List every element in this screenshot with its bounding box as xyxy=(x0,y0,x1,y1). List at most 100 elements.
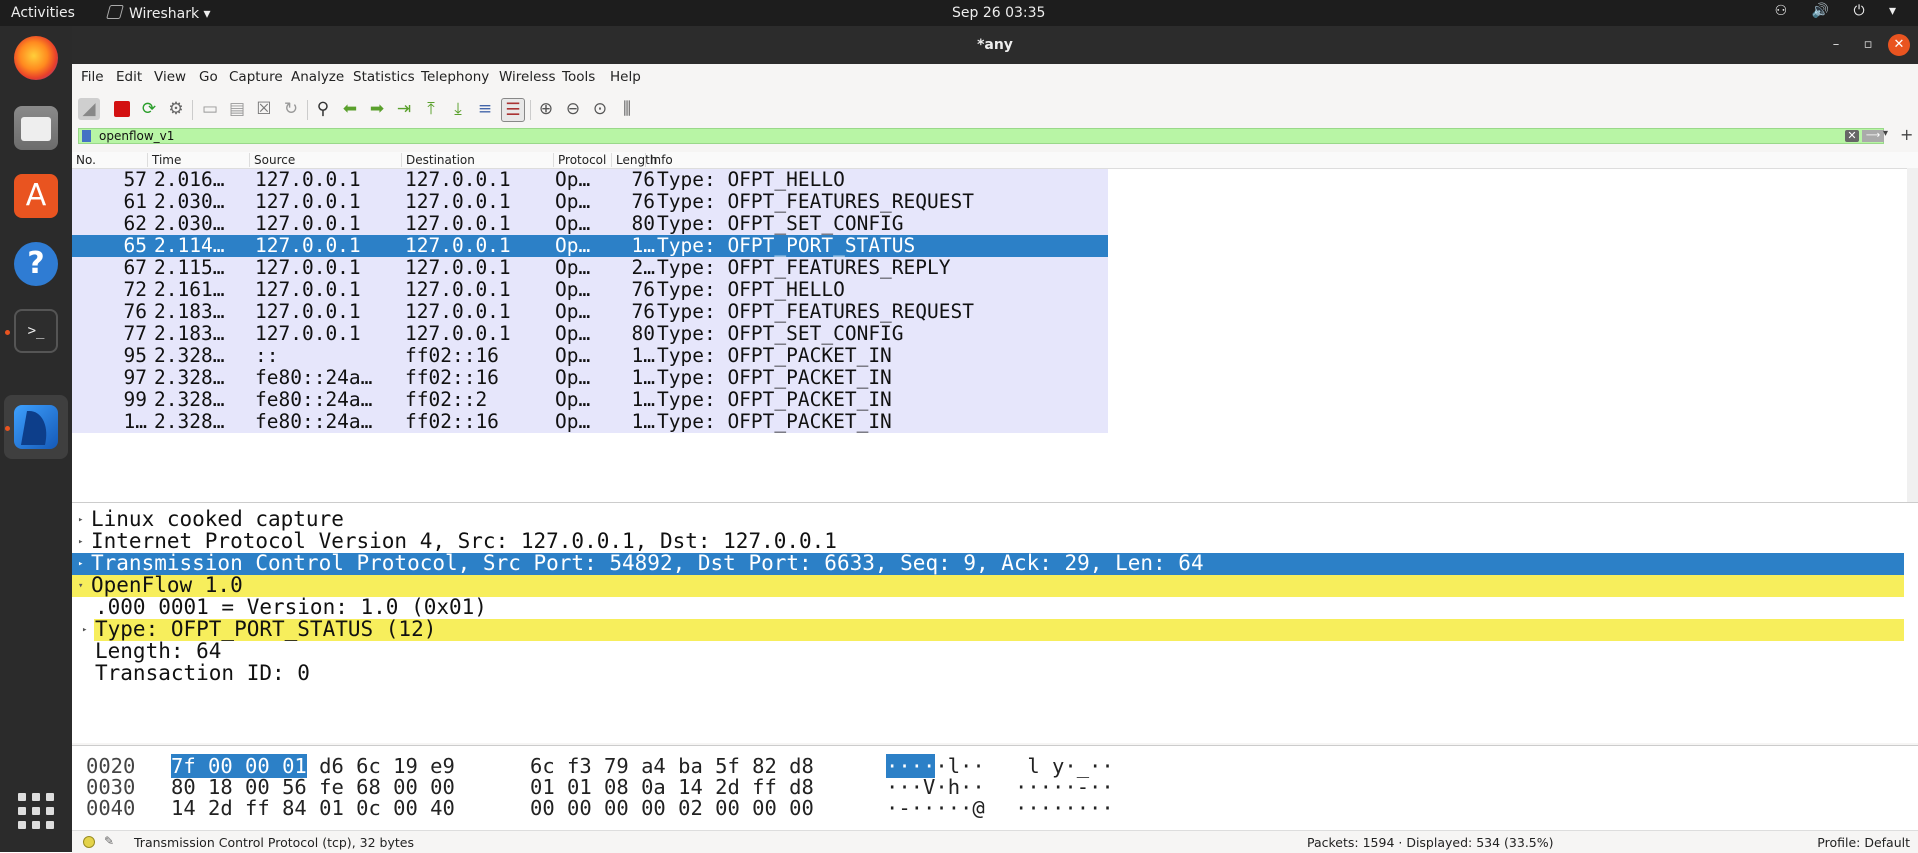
packet-row[interactable]: 77 2.183… 127.0.0.1 127.0.0.1 Op… 80 Type: OFP… xyxy=(72,322,1108,345)
show-apps-icon[interactable] xyxy=(18,793,54,829)
bytes-row[interactable]: 0040 14 2d ff 84 01 0c 00 40 00 00 00 00 0… xyxy=(72,794,1904,820)
details-tree-item[interactable]: .000 0001 = Version: 1.0 (0x01) xyxy=(72,595,1904,619)
expand-arrow-icon[interactable]: ▸ xyxy=(82,625,87,635)
packet-row[interactable]: 62 2.030… 127.0.0.1 127.0.0.1 Op… 80 Type: OFP… xyxy=(72,212,1108,235)
packet-cell-info: Type: OFPT_HELLO xyxy=(657,278,845,301)
activities-button[interactable]: Activities xyxy=(11,5,75,21)
packet-cell-time: 2.328… xyxy=(154,366,225,389)
last-packet-icon[interactable]: ⤓ xyxy=(447,98,469,120)
packet-row[interactable]: 1… 2.328… fe80::24a… ff02::16 Op… 1… Type: OFP… xyxy=(72,410,1108,433)
clock[interactable]: Sep 26 03:35 xyxy=(952,5,1045,21)
menu-analyze[interactable]: Analyze xyxy=(291,69,344,85)
close-button[interactable]: ✕ xyxy=(1888,34,1910,56)
packet-row[interactable]: 76 2.183… 127.0.0.1 127.0.0.1 Op… 76 Type: OFP… xyxy=(72,300,1108,323)
menu-capture[interactable]: Capture xyxy=(229,69,283,85)
wireshark-dock-icon[interactable] xyxy=(14,405,58,449)
packet-row[interactable]: 95 2.328…:: ff02::16 Op… 1… Type: OFPT_PACKET… xyxy=(72,344,1108,367)
column-header-source[interactable]: Source xyxy=(250,153,402,167)
packet-row[interactable]: 72 2.161… 127.0.0.1 127.0.0.1 Op… 76 Type: OFP… xyxy=(72,278,1108,301)
packet-row[interactable]: 57 2.016… 127.0.0.1 127.0.0.1 Op… 76 Type: OFP… xyxy=(72,168,1108,191)
zoom-in-icon[interactable]: ⊕ xyxy=(535,98,557,120)
app-center-icon[interactable]: A xyxy=(14,174,58,218)
save-file-icon[interactable]: ▤ xyxy=(226,98,248,120)
column-header-destination[interactable]: Destination xyxy=(402,153,554,167)
firefox-icon[interactable] xyxy=(14,36,58,80)
maximize-button[interactable]: ▫ xyxy=(1858,35,1878,55)
menu-go[interactable]: Go xyxy=(199,69,218,85)
packet-row[interactable]: 65 2.114… 127.0.0.1 127.0.0.1 Op… 1… Type: OFP… xyxy=(72,234,1108,257)
column-header-protocol[interactable]: Protocol xyxy=(554,153,612,167)
zoom-out-icon[interactable]: ⊖ xyxy=(562,98,584,120)
go-back-icon[interactable]: ⬅ xyxy=(339,98,361,120)
stop-capture-icon[interactable] xyxy=(111,98,133,120)
menu-tools[interactable]: Tools xyxy=(562,69,595,85)
packet-cell-len: 76 xyxy=(631,300,655,323)
details-item-label: Length: 64 xyxy=(95,639,222,663)
packet-cell-dst: 127.0.0.1 xyxy=(405,168,511,191)
details-tree-item[interactable]: Length: 64 xyxy=(72,639,1904,663)
go-to-packet-icon[interactable]: ⇥ xyxy=(393,98,415,120)
find-packet-icon[interactable]: ⚲ xyxy=(312,98,334,120)
column-header-length[interactable]: Length xyxy=(612,153,657,167)
menu-help[interactable]: Help xyxy=(610,69,641,85)
menu-view[interactable]: View xyxy=(154,69,186,85)
auto-scroll-icon[interactable]: ≡ xyxy=(474,98,496,120)
system-tray[interactable]: ⚇ 🔊 ⏻ ▾ xyxy=(1775,3,1906,19)
add-filter-button[interactable]: + xyxy=(1900,125,1913,144)
menu-statistics[interactable]: Statistics xyxy=(353,69,415,85)
capture-comment-icon[interactable]: ✎ xyxy=(104,834,114,848)
open-file-icon[interactable]: ▭ xyxy=(199,98,221,120)
colorize-icon[interactable]: ☰ xyxy=(501,98,525,122)
status-profile[interactable]: Profile: Default xyxy=(1817,835,1910,850)
details-tree-item[interactable]: ▾ OpenFlow 1.0 xyxy=(72,573,1904,597)
packet-row[interactable]: 67 2.115… 127.0.0.1 127.0.0.1 Op… 2… Type: OFP… xyxy=(72,256,1108,279)
column-header-no[interactable]: No. xyxy=(72,153,148,167)
expert-info-icon[interactable] xyxy=(83,836,95,848)
packet-cell-dst: 127.0.0.1 xyxy=(405,300,511,323)
menu-file[interactable]: File xyxy=(81,69,104,85)
display-filter-input[interactable]: openflow_v1 ✕ ⟶ xyxy=(78,128,1884,144)
expand-arrow-icon[interactable]: ▸ xyxy=(78,537,83,547)
terminal-icon[interactable]: >_ xyxy=(14,309,58,353)
collapse-arrow-icon[interactable]: ▾ xyxy=(78,581,83,591)
files-icon[interactable] xyxy=(14,106,58,150)
first-packet-icon[interactable]: ⤒ xyxy=(420,98,442,120)
packet-cell-no: 1… xyxy=(123,410,147,433)
reload-file-icon[interactable]: ↻ xyxy=(280,98,302,120)
packet-cell-time: 2.030… xyxy=(154,190,225,213)
packet-cell-src: 127.0.0.1 xyxy=(255,190,361,213)
details-tree-item[interactable]: ▸ Transmission Control Protocol, Src Port… xyxy=(72,551,1904,575)
capture-options-icon[interactable]: ⚙ xyxy=(165,98,187,120)
close-file-icon[interactable]: ☒ xyxy=(253,98,275,120)
packet-row[interactable]: 61 2.030… 127.0.0.1 127.0.0.1 Op… 76 Type: OFP… xyxy=(72,190,1108,213)
resize-columns-icon[interactable]: ⫼ xyxy=(616,98,638,120)
start-capture-fin-icon[interactable]: ◢ xyxy=(78,98,100,120)
expand-arrow-icon[interactable]: ▸ xyxy=(78,515,83,525)
go-forward-icon[interactable]: ➡ xyxy=(366,98,388,120)
bookmark-icon[interactable] xyxy=(82,130,91,142)
clear-filter-icon[interactable]: ✕ xyxy=(1845,130,1859,142)
minimize-button[interactable]: – xyxy=(1826,35,1846,55)
details-tree-item[interactable]: ▸ Linux cooked capture xyxy=(72,507,1904,531)
column-header-time[interactable]: Time xyxy=(148,153,250,167)
expand-arrow-icon[interactable]: ▸ xyxy=(78,559,83,569)
normal-size-icon[interactable]: ⊙ xyxy=(589,98,611,120)
details-item-label: Type: OFPT_PORT_STATUS (12) xyxy=(95,617,437,641)
details-tree-item[interactable]: ▸ Type: OFPT_PORT_STATUS (12) xyxy=(82,617,1904,641)
packet-row[interactable]: 99 2.328… fe80::24a… ff02::2 Op… 1… Type: OFPT… xyxy=(72,388,1108,411)
title-bar[interactable]: *any – ▫ ✕ xyxy=(72,26,1918,64)
app-menu[interactable]: Wireshark ▾ xyxy=(106,5,211,22)
restart-capture-icon[interactable]: ⟳ xyxy=(138,98,160,120)
filter-history-dropdown[interactable]: ▾ xyxy=(1883,128,1888,139)
column-header-info[interactable]: Info xyxy=(646,153,1116,167)
packet-cell-time: 2.328… xyxy=(154,388,225,411)
packet-list-scrollbar[interactable] xyxy=(1907,168,1918,526)
menu-wireless[interactable]: Wireless xyxy=(499,69,556,85)
packet-row[interactable]: 97 2.328… fe80::24a… ff02::16 Op… 1… Type: OFP… xyxy=(72,366,1108,389)
help-icon[interactable]: ? xyxy=(14,242,58,286)
details-tree-item[interactable]: ▸ Internet Protocol Version 4, Src: 127.0… xyxy=(72,529,1904,553)
menu-telephony[interactable]: Telephony xyxy=(421,69,489,85)
menu-edit[interactable]: Edit xyxy=(116,69,142,85)
apply-filter-icon[interactable]: ⟶ xyxy=(1862,130,1884,142)
details-tree-item[interactable]: Transaction ID: 0 xyxy=(72,661,1904,685)
